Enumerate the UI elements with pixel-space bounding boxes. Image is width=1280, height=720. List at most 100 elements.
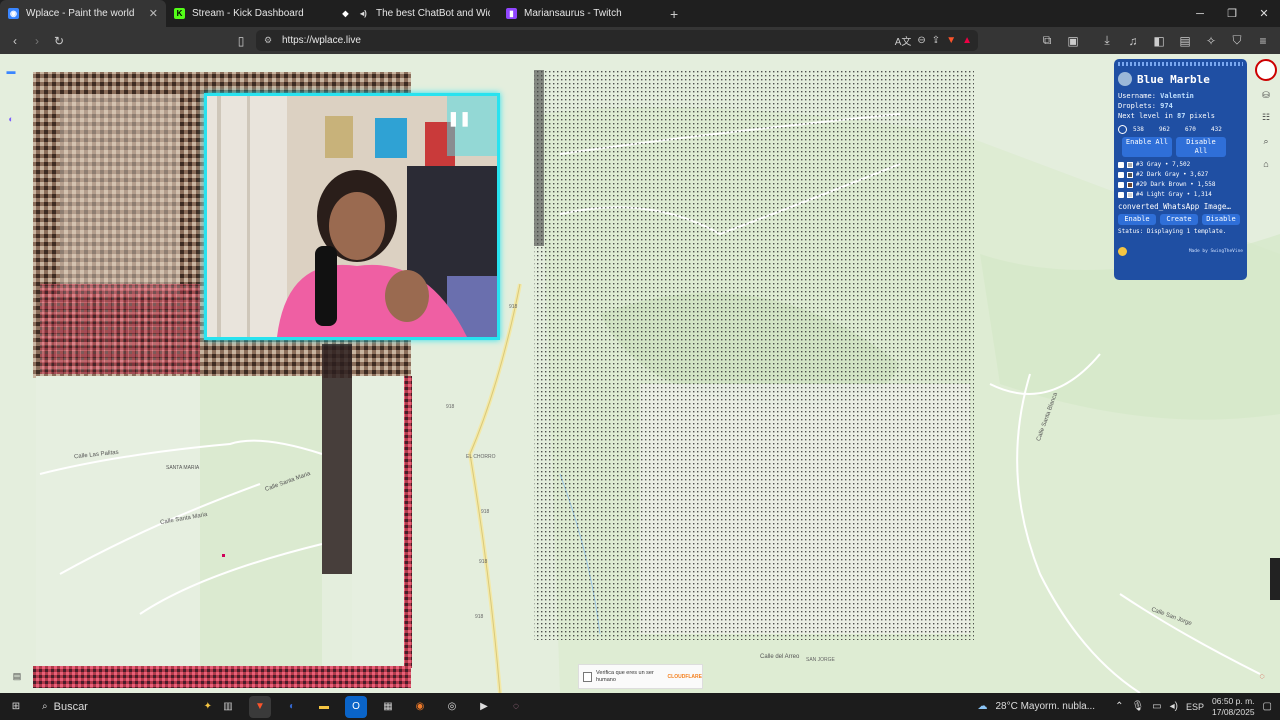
color-label: #29 Dark Brown • 1,558 [1136,181,1216,188]
forward-icon[interactable]: › [26,30,48,52]
minimize-icon[interactable]: ─ [1184,0,1216,27]
translate-icon[interactable]: A文 [895,33,912,48]
back-icon[interactable]: ‹ [4,30,26,52]
clock[interactable]: 06:50 p. m. 17/08/2025 [1212,696,1255,718]
kick-favicon-icon: K [174,8,185,19]
download-icon[interactable]: ⤓ [1096,30,1118,52]
map-canvas[interactable]: Calle Las Palitas SANTA MARIA Calle Sant… [0,54,1280,693]
media-player-taskbar-icon[interactable]: ▶ [473,696,495,718]
template-file-name[interactable]: converted_WhatsApp Image… [1118,202,1243,212]
coord-pixel-y[interactable]: 432 [1211,126,1231,133]
coord-tile-x[interactable]: 538 [1133,126,1153,133]
chevron-up-icon[interactable]: ⌃ [1115,701,1123,712]
brave-shields-icon[interactable]: ▼ [946,35,956,46]
captcha-checkbox[interactable] [583,671,593,682]
avatar[interactable] [1255,59,1277,81]
coord-pixel-x[interactable]: 670 [1185,126,1205,133]
globe-icon[interactable] [1118,72,1132,86]
screenshot-icon[interactable]: ▣ [1062,30,1084,52]
turnstile-captcha: Verifica que eres un ser humano CLOUDFLA… [578,664,703,689]
help-icon[interactable]: ◌ [1253,667,1271,685]
wplace-info-icon[interactable]: ◐ [2,110,20,128]
zoom-map-icon[interactable]: ⌕ [1257,132,1275,150]
extensions-icon[interactable]: ⧉ [1036,30,1058,52]
brave-rewards-icon[interactable]: ▲ [962,35,972,46]
notification-icon[interactable]: ▢ [1263,701,1272,712]
coord-tile-y[interactable]: 962 [1159,126,1179,133]
checkbox[interactable] [1118,192,1124,198]
outlook-taskbar-icon[interactable]: O [345,695,367,718]
search-placeholder: Buscar [53,700,88,713]
wplace-menu-icon[interactable]: ▬ [2,62,20,80]
brave-taskbar-icon[interactable]: ▼ [249,695,271,718]
clock-date: 17/08/2025 [1212,706,1255,717]
drag-handle[interactable] [1118,62,1243,66]
leo-ai-icon[interactable]: ✧ [1200,30,1222,52]
speaker-icon[interactable]: ◂) [358,8,369,19]
list-item[interactable]: #29 Dark Brown • 1,558 [1118,180,1243,190]
color-label: #3 Gray • 7,502 [1136,161,1191,168]
task-view-icon[interactable]: ▥ [217,696,239,718]
site-info-icon[interactable]: ⚙ [264,35,272,46]
app-taskbar-icon[interactable]: ◌ [505,696,527,718]
windows-start-icon[interactable]: ⊞ [5,696,27,718]
url-text: https://wplace.live [282,35,361,46]
enable-button[interactable]: Enable [1118,214,1156,225]
checkbox[interactable] [1118,162,1124,168]
wallet-icon[interactable]: ▤ [1174,30,1196,52]
explorer-taskbar-icon[interactable]: ▬ [313,696,335,718]
pin-icon[interactable] [1118,125,1127,134]
disable-button[interactable]: Disable [1202,214,1240,225]
sidebar-icon[interactable]: ◧ [1148,30,1170,52]
map-label: 918 [479,559,488,565]
leaderboard-icon[interactable]: ☷ [1257,108,1275,126]
network-icon[interactable]: ▭ [1152,701,1161,712]
restore-icon[interactable]: ❐ [1216,0,1248,27]
tab-chatbot[interactable]: ◆ ◂) The best ChatBot and Widgets fo [332,0,498,27]
mic-icon[interactable]: 🎙 [1131,701,1144,712]
taskbar-search[interactable]: ⌕ Buscar ✦ [32,693,212,720]
tab-kick[interactable]: K Stream - Kick Dashboard [166,0,332,27]
list-item[interactable]: #4 Light Gray • 1,314 [1118,190,1243,200]
list-item[interactable]: #3 Gray • 7,502 [1118,160,1243,170]
address-bar[interactable]: ⚙ https://wplace.live A文 ⊖ ⇪ ▼ ▲ [256,30,978,51]
share-icon[interactable]: ⇪ [932,35,940,46]
layers-icon[interactable]: ▤ [8,667,26,685]
weather-icon[interactable]: ☁ [977,701,987,712]
create-button[interactable]: Create [1160,214,1198,225]
reload-icon[interactable]: ↻ [48,30,70,52]
search-icon: ⌕ [42,701,48,712]
color-swatch [1127,182,1133,188]
tab-wplace[interactable]: ◉ Wplace - Paint the world ✕ [0,0,166,27]
next-level-label: Next level in [1118,112,1173,120]
store-icon[interactable]: ⛁ [1257,86,1275,104]
media-icon[interactable]: ♫ [1122,30,1144,52]
firefox-taskbar-icon[interactable]: ◉ [409,696,431,718]
close-icon[interactable]: ✕ [149,7,158,20]
close-window-icon[interactable]: ✕ [1248,0,1280,27]
color-list[interactable]: #3 Gray • 7,502 #2 Dark Gray • 3,627 #29… [1118,160,1243,200]
obs-taskbar-icon[interactable]: ◎ [441,696,463,718]
coin-icon[interactable] [1118,247,1127,256]
vpn-icon[interactable]: ⛉ [1226,30,1248,52]
bookmark-icon[interactable]: ▯ [230,30,252,52]
zoom-icon[interactable]: ⊖ [917,35,925,46]
map-label: SANTA MARIA [166,465,200,471]
volume-icon[interactable]: ◂) [1170,701,1178,712]
tab-twitch[interactable]: ▮ Mariansaurus - Twitch [498,0,664,27]
checkbox[interactable] [1118,182,1124,188]
checkbox[interactable] [1118,172,1124,178]
edge-taskbar-icon[interactable]: ◐ [281,696,303,718]
list-item[interactable]: #2 Dark Gray • 3,627 [1118,170,1243,180]
new-tab-button[interactable]: + [670,6,678,22]
enable-all-button[interactable]: Enable All [1122,137,1172,157]
twitch-favicon-icon: ▮ [506,8,517,19]
weather-text[interactable]: 28°C Mayorm. nubla... [995,701,1095,712]
alliance-icon[interactable]: ⌂ [1257,155,1275,173]
panel-title: Blue Marble [1118,72,1243,86]
store-taskbar-icon[interactable]: ▦ [377,696,399,718]
menu-icon[interactable]: ≡ [1252,30,1274,52]
disable-all-button[interactable]: Disable All [1176,137,1226,157]
language-indicator[interactable]: ESP [1186,702,1204,712]
pause-icon[interactable]: ❚❚ [448,110,471,127]
